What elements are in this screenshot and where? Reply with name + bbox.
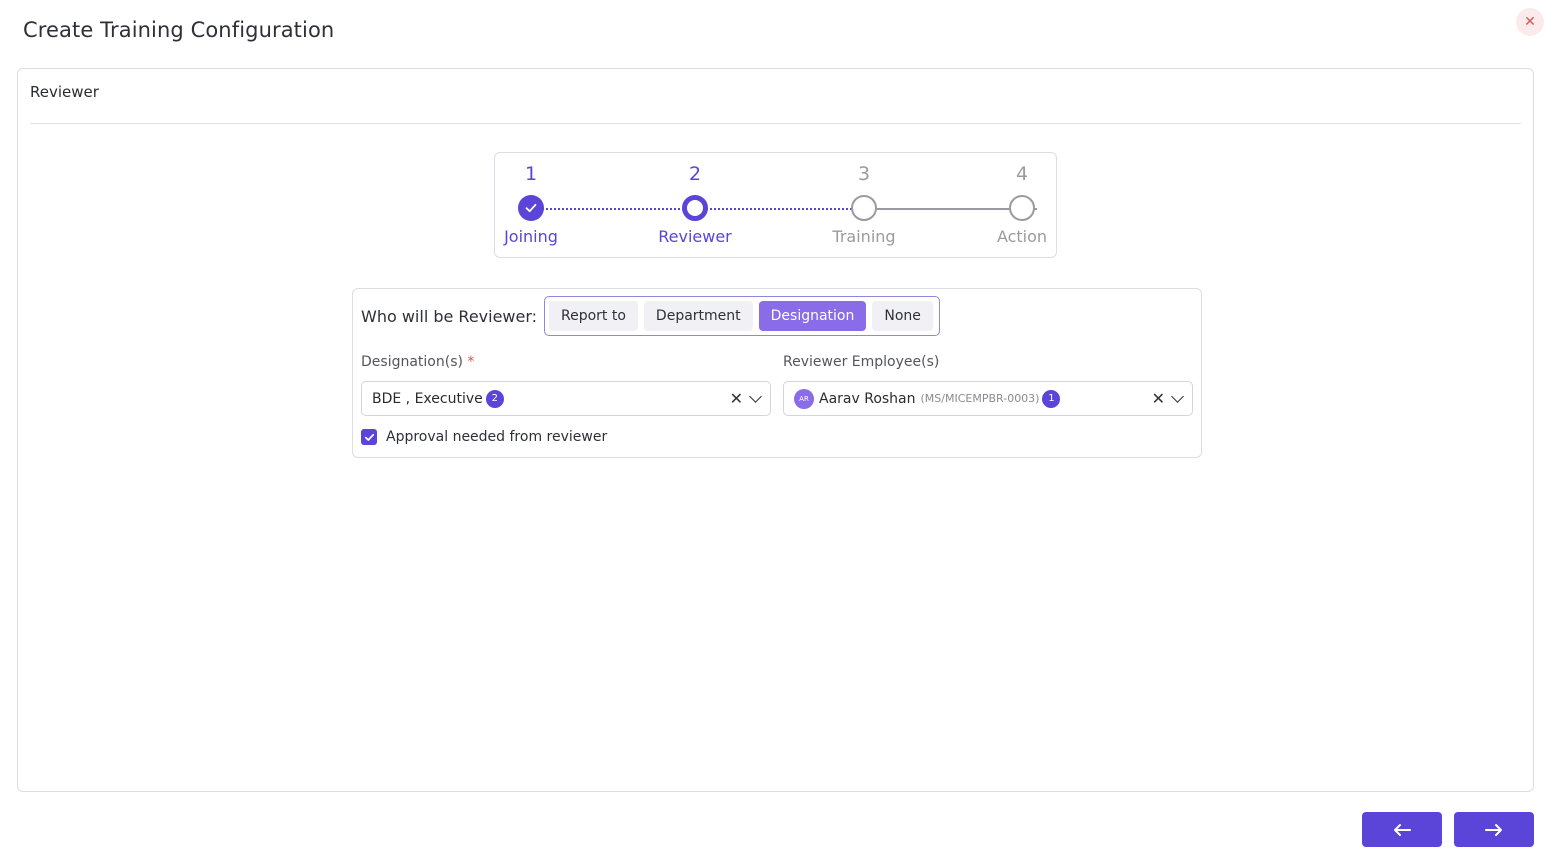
check-icon <box>525 203 537 213</box>
reviewer-question-label: Who will be Reviewer: <box>361 307 538 326</box>
page-title: Create Training Configuration <box>23 18 335 42</box>
employee-name: Aarav Roshan <box>819 390 916 407</box>
chevron-down-icon[interactable] <box>1171 389 1184 403</box>
step-circle <box>851 195 877 221</box>
step-circle <box>518 195 544 221</box>
section-title: Reviewer <box>30 83 99 101</box>
chevron-down-icon[interactable] <box>749 389 762 403</box>
reviewer-card: Reviewer 1 Joining 2 Reviewer 3 Training… <box>17 68 1534 792</box>
designation-label: Designation(s) * <box>361 354 474 370</box>
section-divider <box>30 123 1521 124</box>
clear-icon[interactable]: ✕ <box>1152 390 1165 407</box>
arrow-left-icon <box>1394 823 1411 836</box>
option-report-to[interactable]: Report to <box>549 301 638 331</box>
designation-value: BDE , Executive <box>372 390 483 407</box>
close-button[interactable]: ✕ <box>1516 8 1544 36</box>
step-number: 3 <box>857 163 871 185</box>
step-connector-1 <box>531 208 695 210</box>
option-none[interactable]: None <box>872 301 933 331</box>
employee-count-badge: 1 <box>1042 389 1061 408</box>
employee-controls: ✕ <box>1152 382 1184 415</box>
step-label: Reviewer <box>658 227 732 246</box>
reviewer-form: Who will be Reviewer: Report to Departme… <box>352 288 1202 458</box>
designation-select[interactable]: BDE , Executive 2 ✕ <box>361 381 771 416</box>
approval-label: Approval needed from reviewer <box>386 429 608 445</box>
step-number: 4 <box>1015 163 1029 185</box>
step-circle <box>1009 195 1035 221</box>
step-number: 2 <box>688 163 702 185</box>
clear-icon[interactable]: ✕ <box>730 390 743 407</box>
stepper: 1 Joining 2 Reviewer 3 Training 4 Action <box>494 152 1057 258</box>
step-label: Action <box>996 227 1048 246</box>
back-button[interactable] <box>1362 812 1442 847</box>
step-label: Training <box>832 227 896 246</box>
option-department[interactable]: Department <box>643 301 753 331</box>
reviewer-type-toggle: Report to Department Designation None <box>544 296 940 336</box>
designation-label-text: Designation(s) <box>361 354 463 370</box>
designation-controls: ✕ <box>730 382 762 415</box>
arrow-right-icon <box>1485 823 1502 836</box>
step-label: Joining <box>504 227 558 246</box>
employee-code: (MS/MICEMPBR-0003) <box>920 392 1040 405</box>
reviewer-employee-label: Reviewer Employee(s) <box>783 354 940 370</box>
close-icon: ✕ <box>1524 14 1536 30</box>
approval-checkbox[interactable] <box>361 429 377 445</box>
step-number: 1 <box>524 163 538 185</box>
approval-row: Approval needed from reviewer <box>361 429 607 445</box>
option-designation[interactable]: Designation <box>758 301 867 331</box>
designation-count-badge: 2 <box>485 389 504 408</box>
step-connector-2 <box>695 208 864 210</box>
check-icon <box>364 433 374 441</box>
next-button[interactable] <box>1454 812 1534 847</box>
avatar: AR <box>794 388 814 409</box>
step-circle <box>682 195 708 221</box>
reviewer-employee-select[interactable]: AR Aarav Roshan (MS/MICEMPBR-0003) 1 ✕ <box>783 381 1193 416</box>
required-mark: * <box>467 354 475 370</box>
